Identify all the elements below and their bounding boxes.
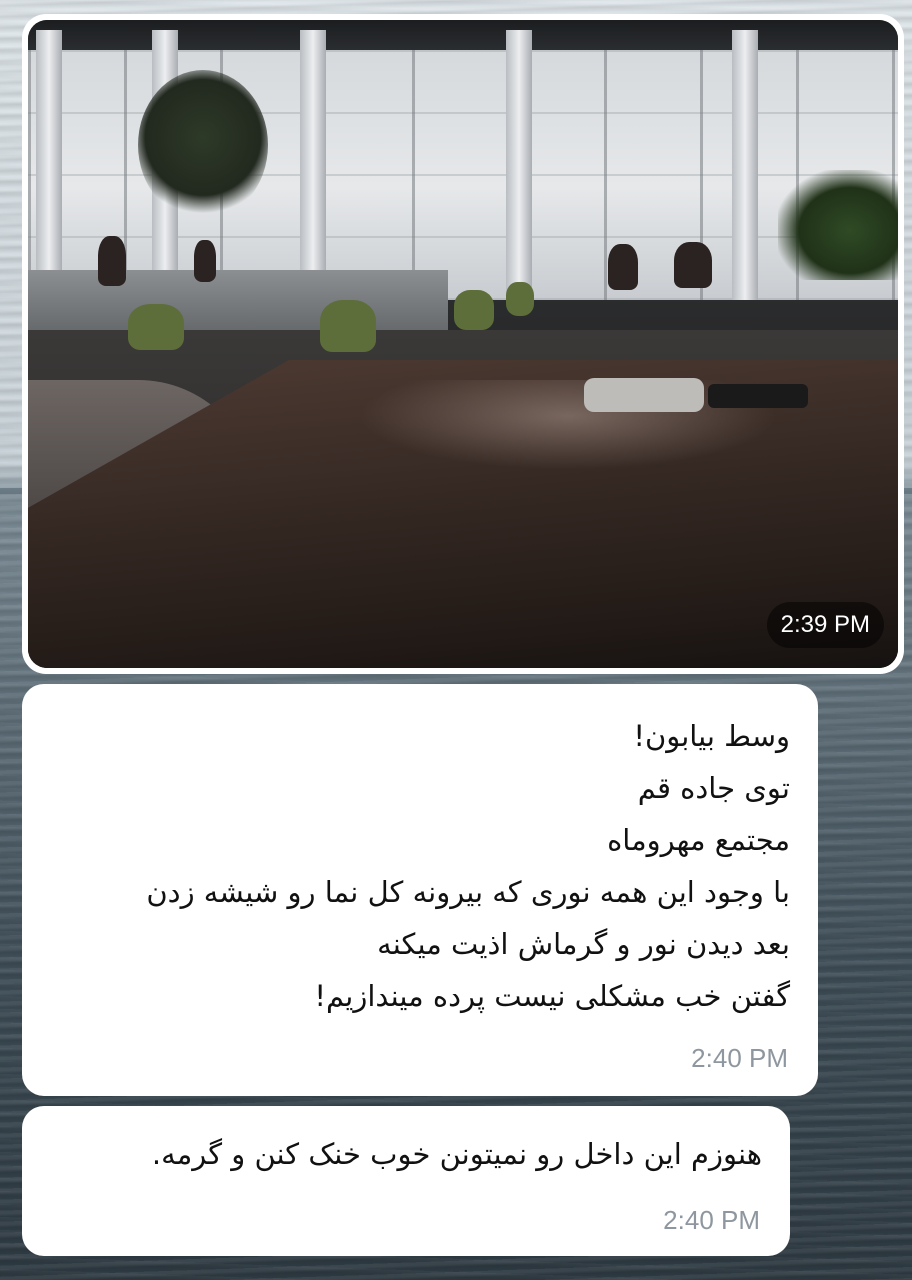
photo-device: [708, 384, 808, 408]
message-line: گفتن خب مشکلی نیست پرده میندازیم!: [314, 979, 790, 1013]
photo-pillar: [506, 30, 532, 300]
message-text: هنوزم این داخل رو نمیتونن خوب خنک کنن و …: [46, 1128, 762, 1180]
photo-plants: [778, 170, 898, 280]
message-bubble[interactable]: هنوزم این داخل رو نمیتونن خوب خنک کنن و …: [22, 1106, 790, 1256]
photo-message-image[interactable]: 2:39 PM: [28, 20, 898, 668]
message-line: توی جاده قم: [637, 771, 790, 805]
message-line: مجتمع مهروماه: [607, 823, 790, 857]
photo-tree: [138, 70, 268, 220]
message-line: با وجود این همه نوری که بیرونه کل نما رو…: [146, 875, 790, 909]
photo-message-time: 2:39 PM: [766, 602, 884, 648]
photo-chair: [128, 304, 184, 350]
photo-person: [674, 242, 712, 288]
photo-chair: [506, 282, 534, 316]
message-bubble[interactable]: وسط بیابون! توی جاده قم مجتمع مهروماه با…: [22, 684, 818, 1096]
photo-device: [584, 378, 704, 412]
photo-pillar: [300, 30, 326, 300]
photo-person: [194, 240, 216, 282]
photo-message-bubble[interactable]: 2:39 PM: [22, 14, 904, 674]
message-time: 2:40 PM: [663, 1205, 760, 1235]
photo-pillar: [732, 30, 758, 300]
message-time: 2:40 PM: [691, 1043, 788, 1073]
photo-person: [608, 244, 638, 290]
photo-person: [98, 236, 126, 286]
photo-pillar: [36, 30, 62, 300]
photo-chair: [320, 300, 376, 352]
message-line: هنوزم این داخل رو نمیتونن خوب خنک کنن و …: [151, 1137, 762, 1171]
message-text: وسط بیابون! توی جاده قم مجتمع مهروماه با…: [46, 710, 790, 1022]
photo-message-time-text: 2:39 PM: [780, 611, 870, 638]
photo-chair: [454, 290, 494, 330]
message-line: بعد دیدن نور و گرماش اذیت میکنه: [377, 927, 790, 961]
message-line: وسط بیابون!: [633, 719, 790, 753]
